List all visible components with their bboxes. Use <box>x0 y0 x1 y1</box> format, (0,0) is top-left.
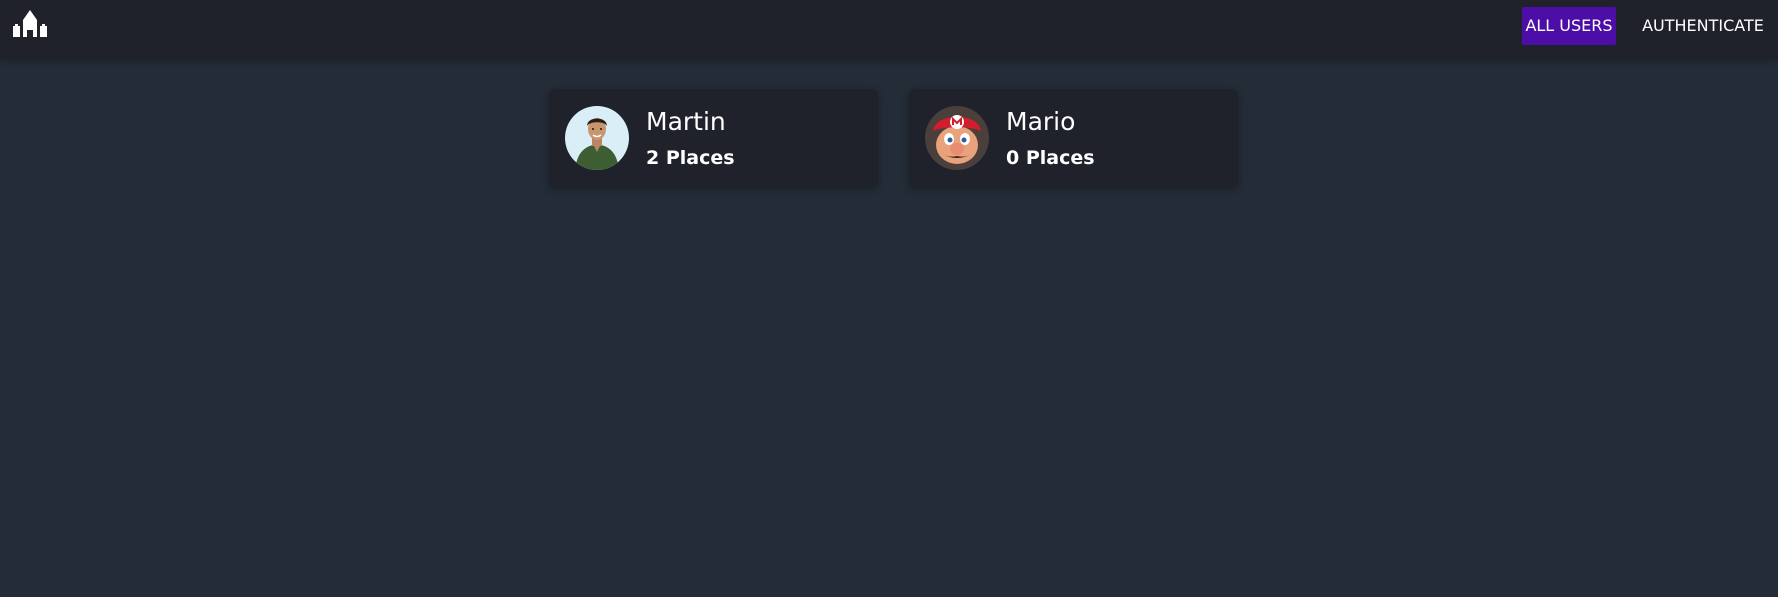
user-name: Mario <box>1006 107 1076 136</box>
home-logo-icon[interactable] <box>13 10 47 37</box>
nav-all-users[interactable]: ALL USERS <box>1522 7 1616 45</box>
place-count: 0 Places <box>1006 147 1095 169</box>
user-card-mario[interactable]: Mario 0 Places <box>909 89 1238 188</box>
user-card-martin[interactable]: Martin 2 Places <box>549 89 878 188</box>
nav-authenticate[interactable]: AUTHENTICATE <box>1640 7 1766 45</box>
avatar-martin <box>565 106 629 170</box>
avatar-mario <box>925 106 989 170</box>
place-count: 2 Places <box>646 147 735 169</box>
top-navigation-bar: ALL USERS AUTHENTICATE <box>0 0 1778 59</box>
user-name: Martin <box>646 107 726 136</box>
